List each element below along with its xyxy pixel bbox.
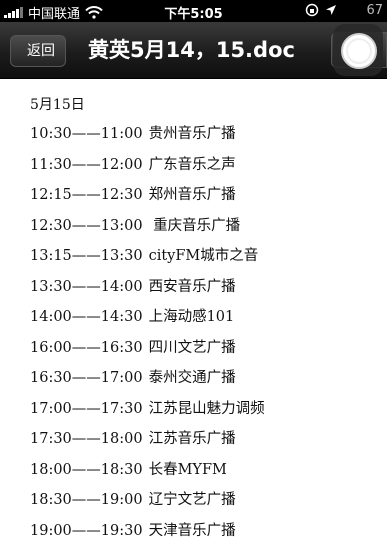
schedule-row: 10:30——11:00 贵州音乐广播 bbox=[30, 122, 265, 153]
time-slot: 12:30——13:00 bbox=[30, 217, 143, 234]
station-name: 辽宁文艺广播 bbox=[148, 492, 236, 508]
schedule-list: 10:30——11:00 贵州音乐广播 11:30——12:00 广东音乐之声 12:1… bbox=[30, 122, 265, 549]
location-arrow-icon bbox=[326, 5, 336, 15]
station-name: 广东音乐之声 bbox=[148, 156, 236, 173]
schedule-row: 11:30——12:00 广东音乐之声 bbox=[30, 153, 265, 184]
time-slot: 12:15——12:30 bbox=[30, 187, 143, 203]
time-slot: 17:00——17:30 bbox=[30, 400, 143, 417]
station-name: 四川文艺广播 bbox=[148, 339, 236, 356]
schedule-row: 18:30——19:00 辽宁文艺广播 bbox=[30, 488, 265, 519]
time-slot: 13:15——13:30 bbox=[30, 248, 143, 264]
station-name: 郑州音乐广播 bbox=[148, 187, 236, 203]
schedule-row: 12:30——13:00 重庆音乐广播 bbox=[30, 214, 265, 245]
station-name: 长春MYFM bbox=[148, 461, 227, 478]
schedule-row: 17:00——17:30 江苏昆山魅力调频 bbox=[30, 397, 265, 428]
station-name: cityFM城市之音 bbox=[148, 248, 259, 264]
schedule-row: 16:00——16:30 四川文艺广播 bbox=[30, 336, 265, 367]
time-slot: 19:00——19:30 bbox=[30, 522, 143, 539]
schedule-row: 17:30——18:00 江苏音乐广播 bbox=[30, 427, 265, 458]
time-slot: 17:30——18:00 bbox=[30, 431, 143, 447]
station-name: 泰州交通广播 bbox=[148, 370, 236, 386]
time-slot: 14:00——14:30 bbox=[30, 309, 143, 325]
back-button[interactable]: 返回 bbox=[10, 35, 66, 67]
status-bar: 中国联通 下午5:05 67 bbox=[0, 0, 387, 22]
station-name: 江苏昆山魅力调频 bbox=[148, 400, 265, 417]
schedule-row: 16:30——17:00 泰州交通广播 bbox=[30, 366, 265, 397]
status-right bbox=[305, 3, 337, 17]
station-name: 西安音乐广播 bbox=[148, 278, 236, 295]
station-name: 上海动感101 bbox=[148, 309, 235, 325]
schedule-row: 18:00——18:30 长春MYFM bbox=[30, 458, 265, 489]
station-name: 天津音乐广播 bbox=[148, 522, 236, 539]
assistive-touch-icon bbox=[341, 33, 377, 69]
assistive-touch-button[interactable] bbox=[333, 24, 383, 76]
orientation-lock-icon bbox=[305, 3, 319, 17]
document-date-heading: 5月15日 bbox=[30, 97, 85, 113]
battery-percent: 67 bbox=[366, 3, 383, 18]
schedule-row: 13:30——14:00 西安音乐广播 bbox=[30, 275, 265, 306]
time-slot: 18:30——19:00 bbox=[30, 492, 143, 508]
schedule-row: 14:00——14:30 上海动感101 bbox=[30, 305, 265, 336]
station-name: 江苏音乐广播 bbox=[148, 431, 236, 447]
back-button-label: 返回 bbox=[27, 43, 55, 59]
schedule-row: 12:15——12:30 郑州音乐广播 bbox=[30, 183, 265, 214]
document-view[interactable]: 5月15日 10:30——11:00 贵州音乐广播 11:30——12:00 广东音乐… bbox=[0, 79, 387, 550]
time-slot: 18:00——18:30 bbox=[30, 461, 143, 478]
station-name: 贵州音乐广播 bbox=[148, 126, 236, 142]
time-slot: 16:00——16:30 bbox=[30, 339, 143, 356]
schedule-row: 19:00——19:30 天津音乐广播 bbox=[30, 519, 265, 550]
station-name: 重庆音乐广播 bbox=[148, 217, 241, 234]
navigation-bar: 返回 黄英5月14，15.doc bbox=[0, 22, 387, 79]
time-slot: 16:30——17:00 bbox=[30, 370, 143, 386]
time-slot: 10:30——11:00 bbox=[30, 126, 143, 142]
schedule-row: 13:15——13:30 cityFM城市之音 bbox=[30, 244, 265, 275]
time-slot: 11:30——12:00 bbox=[30, 156, 143, 173]
page-title: 黄英5月14，15.doc bbox=[88, 38, 295, 62]
time-slot: 13:30——14:00 bbox=[30, 278, 143, 295]
